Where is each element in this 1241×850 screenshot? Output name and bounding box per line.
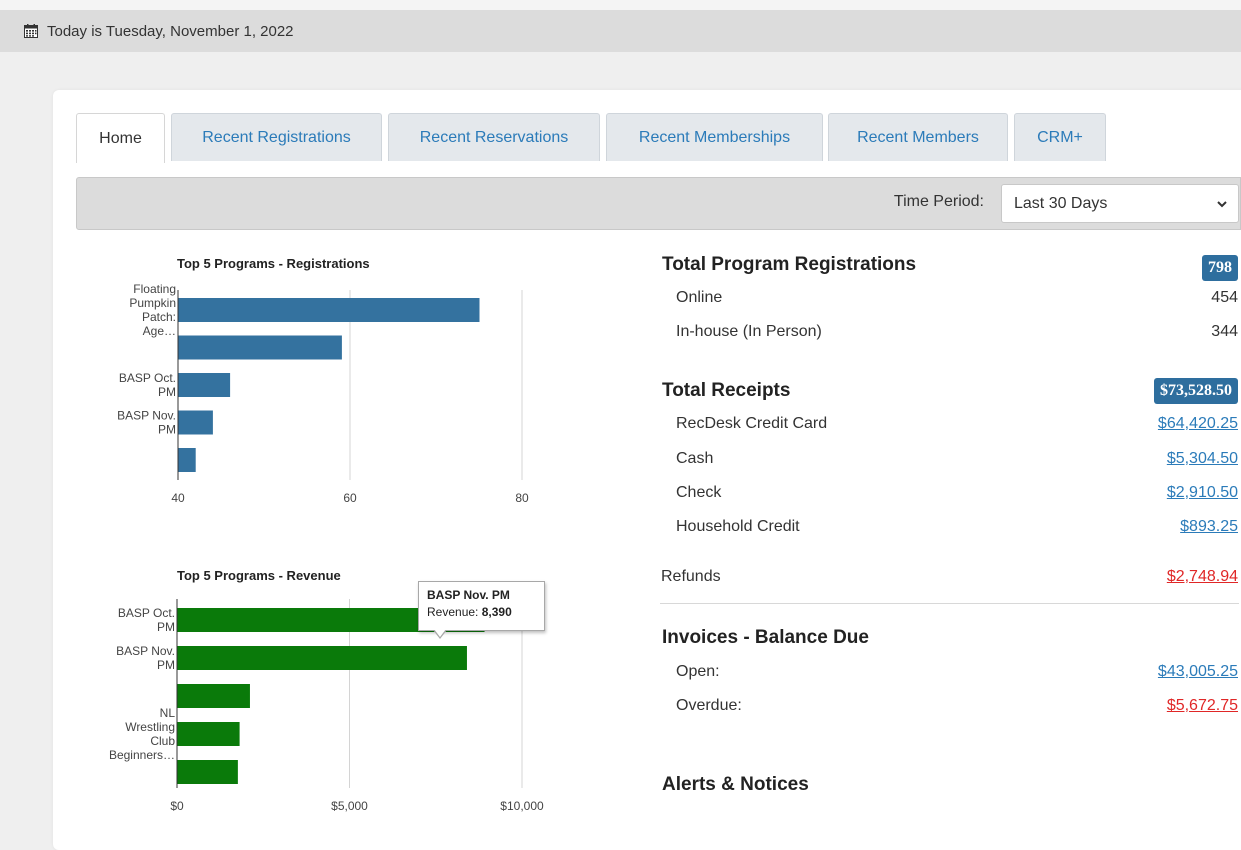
bar[interactable] <box>177 722 240 746</box>
tab-recent-members[interactable]: Recent Members <box>828 113 1008 161</box>
chart-title: Top 5 Programs - Registrations <box>177 256 370 271</box>
bar[interactable] <box>177 684 250 708</box>
category-label: BASP Oct. <box>118 606 175 620</box>
category-label: NL <box>160 706 176 720</box>
check-link[interactable]: $2,910.50 <box>1167 484 1238 502</box>
registrations-row-inhouse: In-house (In Person) 344 <box>676 323 1238 345</box>
refunds-row: Refunds $2,748.94 <box>661 568 1238 590</box>
row-value: 344 <box>1211 323 1238 340</box>
x-tick-label: 60 <box>343 491 357 505</box>
section-divider <box>660 603 1239 604</box>
bar[interactable] <box>178 298 480 322</box>
x-tick-label: $0 <box>170 799 184 813</box>
category-label: Patch: <box>142 310 176 324</box>
chevron-down-icon <box>1216 197 1228 215</box>
row-label: Refunds <box>661 568 721 585</box>
tooltip-label: Revenue: <box>427 605 479 619</box>
category-label: BASP Nov. <box>117 409 176 423</box>
row-label: RecDesk Credit Card <box>676 415 828 432</box>
row-label: In-house (In Person) <box>676 323 822 340</box>
invoices-row-open: Open: $43,005.25 <box>676 663 1238 685</box>
alerts-heading: Alerts & Notices <box>662 774 809 795</box>
tooltip-value: 8,390 <box>481 605 512 619</box>
x-tick-label: 80 <box>515 491 529 505</box>
bar[interactable] <box>178 373 231 397</box>
tab-recent-reservations[interactable]: Recent Reservations <box>388 113 600 161</box>
registrations-total-badge: 798 <box>1202 255 1238 281</box>
row-label: Household Credit <box>676 518 800 535</box>
receipts-row-cash: Cash $5,304.50 <box>676 450 1238 472</box>
category-label: Age… <box>143 324 176 338</box>
receipts-row-credit-card: RecDesk Credit Card $64,420.25 <box>676 415 1238 437</box>
tab-label: Recent Reservations <box>419 128 569 146</box>
bar[interactable] <box>177 760 238 784</box>
row-label: Cash <box>676 450 714 467</box>
category-label: Club <box>150 734 175 748</box>
tab-label: CRM+ <box>1037 128 1083 146</box>
category-label: PM <box>157 620 175 634</box>
bar[interactable] <box>178 448 196 472</box>
x-tick-label: $10,000 <box>500 799 544 813</box>
row-value: 454 <box>1211 289 1238 306</box>
receipts-row-household-credit: Household Credit $893.25 <box>676 518 1238 540</box>
row-label: Overdue: <box>676 697 742 714</box>
x-tick-label: 40 <box>171 491 185 505</box>
tab-label: Recent Members <box>857 128 979 146</box>
open-invoices-link[interactable]: $43,005.25 <box>1158 663 1238 681</box>
overdue-invoices-link[interactable]: $5,672.75 <box>1167 697 1238 715</box>
category-label: Wrestling <box>125 720 175 734</box>
tooltip-body: Revenue: 8,390 <box>427 605 536 619</box>
bar[interactable] <box>178 410 213 435</box>
today-text: Today is Tuesday, November 1, 2022 <box>47 22 294 40</box>
category-label: PM <box>158 423 176 437</box>
category-label: PM <box>157 658 175 672</box>
cash-link[interactable]: $5,304.50 <box>1167 450 1238 468</box>
category-label: Floating <box>133 282 176 296</box>
household-credit-link[interactable]: $893.25 <box>1180 518 1238 536</box>
x-tick-label: $5,000 <box>331 799 368 813</box>
tab-home[interactable]: Home <box>76 113 165 163</box>
time-period-label: Time Period: <box>893 193 984 210</box>
registrations-row-online: Online 454 <box>676 289 1238 311</box>
tooltip-pointer <box>433 629 447 639</box>
row-label: Open: <box>676 663 720 680</box>
bar[interactable] <box>178 335 342 360</box>
tab-label: Recent Memberships <box>638 128 791 146</box>
tab-recent-memberships[interactable]: Recent Memberships <box>606 113 823 161</box>
chart-title: Top 5 Programs - Revenue <box>177 568 341 583</box>
category-label: BASP Oct. <box>119 371 176 385</box>
registrations-chart: Top 5 Programs - Registrations 40 60 80 Floa… <box>117 256 529 505</box>
row-label: Online <box>676 289 723 306</box>
top-strip <box>0 0 1241 10</box>
category-label: BASP Nov. <box>116 644 175 658</box>
time-period-select[interactable]: Last 30 Days <box>1001 184 1239 223</box>
receipts-heading: Total Receipts <box>662 380 791 401</box>
category-label: Pumpkin <box>129 296 176 310</box>
tab-label: Recent Registrations <box>202 128 351 146</box>
invoices-row-overdue: Overdue: $5,672.75 <box>676 697 1238 719</box>
registrations-heading: Total Program Registrations <box>662 254 917 275</box>
tab-crm-plus[interactable]: CRM+ <box>1014 113 1106 161</box>
row-label: Check <box>676 484 722 501</box>
receipts-total-badge: $73,528.50 <box>1154 378 1238 404</box>
tab-label: Home <box>99 129 142 147</box>
tab-recent-registrations[interactable]: Recent Registrations <box>171 113 382 161</box>
time-period-value: Last 30 Days <box>1014 194 1108 212</box>
tooltip-title: BASP Nov. PM <box>427 588 510 602</box>
category-label: PM <box>158 385 176 399</box>
chart-tooltip: BASP Nov. PM Revenue: 8,390 <box>418 581 545 639</box>
receipts-row-check: Check $2,910.50 <box>676 484 1238 506</box>
bar[interactable] <box>177 646 467 670</box>
category-label: Beginners… <box>109 748 175 762</box>
calendar-icon <box>24 24 38 38</box>
date-bar: Today is Tuesday, November 1, 2022 <box>0 10 1241 52</box>
refunds-link[interactable]: $2,748.94 <box>1167 568 1238 586</box>
invoices-heading: Invoices - Balance Due <box>662 627 869 648</box>
credit-card-link[interactable]: $64,420.25 <box>1158 415 1238 433</box>
